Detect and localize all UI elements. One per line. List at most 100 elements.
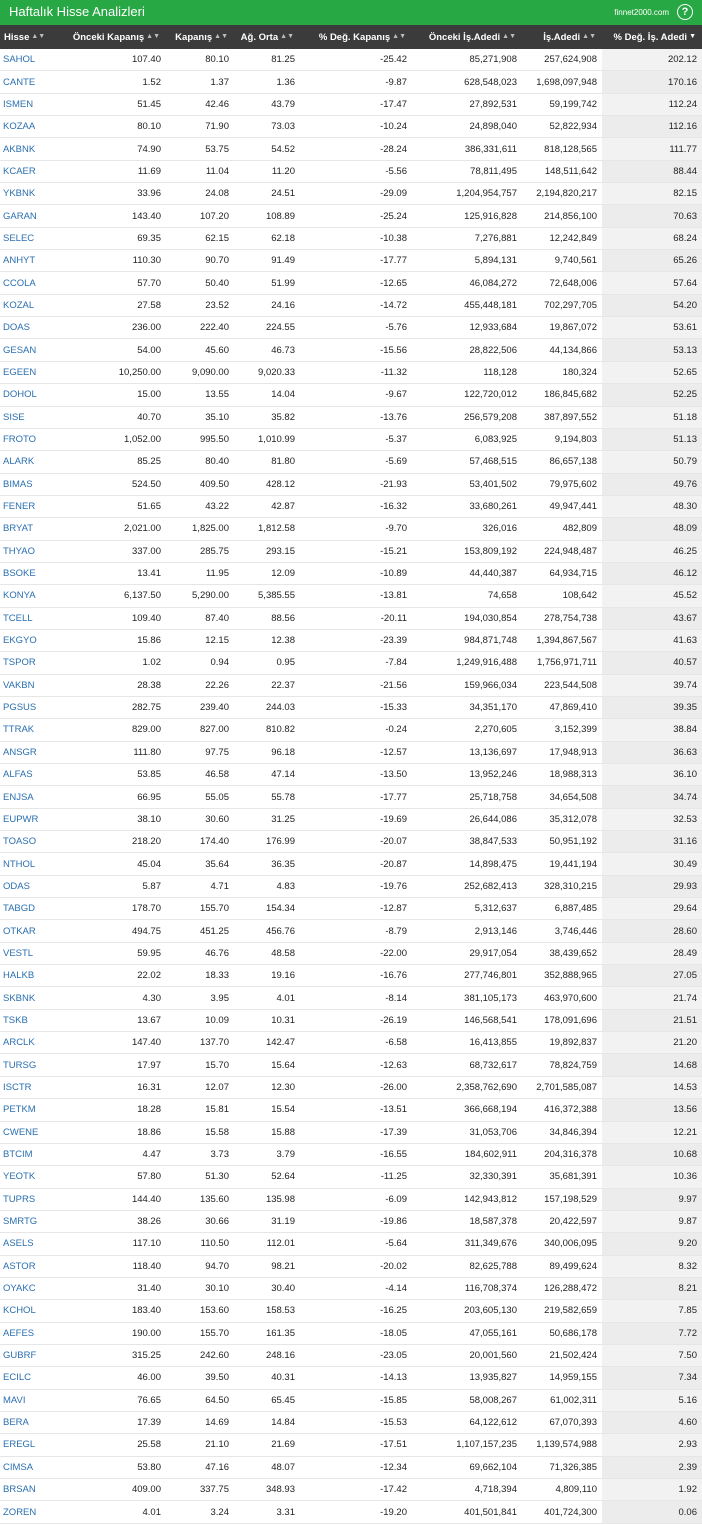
column-header[interactable]: Ağ. Orta ▲▼ xyxy=(234,25,300,49)
stock-symbol-link[interactable]: GUBRF xyxy=(0,1344,62,1368)
column-header[interactable]: Önceki Kapanış ▲▼ xyxy=(62,25,166,49)
stock-symbol-link[interactable]: TOASO xyxy=(0,830,62,854)
stock-symbol-link[interactable]: SELEC xyxy=(0,227,62,251)
table-cell: 71.90 xyxy=(166,115,234,139)
table-cell: 4.83 xyxy=(234,875,300,899)
brand-link[interactable]: finnet2000.com xyxy=(614,8,669,17)
stock-symbol-link[interactable]: DOHOL xyxy=(0,383,62,407)
column-header[interactable]: Hisse ▲▼ xyxy=(0,25,62,49)
stock-symbol-link[interactable]: BIMAS xyxy=(0,473,62,496)
stock-symbol-link[interactable]: THYAO xyxy=(0,540,62,563)
sort-icon[interactable]: ▲▼ xyxy=(146,33,160,40)
stock-symbol-link[interactable]: ARCLK xyxy=(0,1031,62,1055)
table-cell: 33,680,261 xyxy=(412,495,522,519)
table-cell: 97.75 xyxy=(166,741,234,765)
sort-icon[interactable]: ▲▼ xyxy=(392,33,406,40)
stock-symbol-link[interactable]: CWENE xyxy=(0,1121,62,1144)
stock-symbol-link[interactable]: KCAER xyxy=(0,160,62,184)
sort-icon[interactable]: ▲▼ xyxy=(31,33,45,40)
table-cell: 829.00 xyxy=(62,718,166,742)
stock-symbol-link[interactable]: OTKAR xyxy=(0,919,62,943)
table-cell: 81.25 xyxy=(234,49,300,72)
stock-symbol-link[interactable]: EGEEN xyxy=(0,361,62,385)
stock-symbol-link[interactable]: TTRAK xyxy=(0,718,62,742)
stock-symbol-link[interactable]: PETKM xyxy=(0,1098,62,1122)
stock-symbol-link[interactable]: ASTOR xyxy=(0,1255,62,1278)
table-cell: 285.75 xyxy=(166,540,234,563)
stock-symbol-link[interactable]: TSKB xyxy=(0,1009,62,1033)
stock-symbol-link[interactable]: ISMEN xyxy=(0,93,62,117)
stock-symbol-link[interactable]: GARAN xyxy=(0,204,62,228)
stock-symbol-link[interactable]: GESAN xyxy=(0,338,62,362)
stock-symbol-link[interactable]: BSOKE xyxy=(0,562,62,586)
stock-symbol-link[interactable]: FROTO xyxy=(0,428,62,452)
stock-symbol-link[interactable]: BERA xyxy=(0,1411,62,1435)
stock-symbol-link[interactable]: ALFAS xyxy=(0,763,62,787)
stock-symbol-link[interactable]: VESTL xyxy=(0,942,62,966)
stock-symbol-link[interactable]: SISE xyxy=(0,406,62,429)
stock-symbol-link[interactable]: ANSGR xyxy=(0,741,62,765)
sort-icon[interactable]: ▲▼ xyxy=(502,33,516,40)
stock-symbol-link[interactable]: ODAS xyxy=(0,875,62,899)
stock-symbol-link[interactable]: TABGD xyxy=(0,897,62,921)
stock-symbol-link[interactable]: TUPRS xyxy=(0,1188,62,1211)
column-header[interactable]: İş.Adedi ▲▼ xyxy=(522,25,602,49)
column-header[interactable]: Kapanış ▲▼ xyxy=(166,25,234,49)
stock-symbol-link[interactable]: YEOTK xyxy=(0,1165,62,1189)
table-cell: 159,966,034 xyxy=(412,674,522,697)
stock-symbol-link[interactable]: VAKBN xyxy=(0,674,62,697)
sort-icon[interactable]: ▲▼ xyxy=(582,33,596,40)
stock-symbol-link[interactable]: MAVI xyxy=(0,1389,62,1412)
stock-symbol-link[interactable]: BRSAN xyxy=(0,1478,62,1502)
column-header[interactable]: Önceki İş.Adedi ▲▼ xyxy=(412,25,522,49)
table-row: TSPOR 1.02 0.94 0.95 -7.84 1,249,916,488 1,756… xyxy=(0,651,702,675)
stock-symbol-link[interactable]: CCOLA xyxy=(0,271,62,295)
table-cell: 157,198,529 xyxy=(522,1188,602,1211)
table-cell: 17,948,913 xyxy=(522,741,602,765)
stock-symbol-link[interactable]: NTHOL xyxy=(0,852,62,876)
stock-symbol-link[interactable]: HALKB xyxy=(0,964,62,988)
stock-symbol-link[interactable]: SAHOL xyxy=(0,49,62,72)
stock-symbol-link[interactable]: KOZAL xyxy=(0,294,62,318)
stock-symbol-link[interactable]: KONYA xyxy=(0,584,62,608)
stock-symbol-link[interactable]: ENJSA xyxy=(0,785,62,809)
stock-symbol-link[interactable]: KCHOL xyxy=(0,1299,62,1323)
table-cell: 6,083,925 xyxy=(412,428,522,452)
stock-symbol-link[interactable]: PGSUS xyxy=(0,696,62,720)
sort-icon[interactable]: ▲▼ xyxy=(280,33,294,40)
stock-symbol-link[interactable]: FENER xyxy=(0,495,62,519)
stock-symbol-link[interactable]: ANHYT xyxy=(0,249,62,273)
sort-icon[interactable]: ▼ xyxy=(689,33,696,40)
table-cell: 810.82 xyxy=(234,718,300,742)
stock-symbol-link[interactable]: ISCTR xyxy=(0,1076,62,1100)
stock-symbol-link[interactable]: KOZAA xyxy=(0,115,62,139)
stock-symbol-link[interactable]: AEFES xyxy=(0,1322,62,1345)
stock-symbol-link[interactable]: DOAS xyxy=(0,316,62,340)
stock-symbol-link[interactable]: AKBNK xyxy=(0,137,62,161)
stock-symbol-link[interactable]: ALARK xyxy=(0,450,62,474)
table-cell: 126,288,472 xyxy=(522,1277,602,1301)
stock-symbol-link[interactable]: EREGL xyxy=(0,1433,62,1457)
stock-symbol-link[interactable]: ZOREN xyxy=(0,1500,62,1524)
stock-symbol-link[interactable]: YKBNK xyxy=(0,182,62,206)
stock-symbol-link[interactable]: OYAKC xyxy=(0,1277,62,1301)
sort-icon[interactable]: ▲▼ xyxy=(214,33,228,40)
stock-symbol-link[interactable]: CIMSA xyxy=(0,1456,62,1480)
stock-symbol-link[interactable]: TSPOR xyxy=(0,651,62,675)
column-header[interactable]: % Değ. İş. Adedi ▼ xyxy=(602,25,702,49)
column-header[interactable]: % Değ. Kapanış ▲▼ xyxy=(300,25,412,49)
stock-symbol-link[interactable]: TCELL xyxy=(0,607,62,630)
stock-symbol-link[interactable]: ECILC xyxy=(0,1366,62,1390)
stock-symbol-link[interactable]: SMRTG xyxy=(0,1210,62,1234)
help-icon[interactable]: ? xyxy=(677,4,693,20)
stock-symbol-link[interactable]: ASELS xyxy=(0,1232,62,1256)
table-cell: 2,021.00 xyxy=(62,517,166,541)
stock-symbol-link[interactable]: EKGYO xyxy=(0,629,62,653)
stock-symbol-link[interactable]: CANTE xyxy=(0,70,62,94)
table-row: CANTE 1.52 1.37 1.36 -9.87 628,548,023 1,698,0… xyxy=(0,70,702,94)
stock-symbol-link[interactable]: SKBNK xyxy=(0,986,62,1010)
stock-symbol-link[interactable]: EUPWR xyxy=(0,808,62,832)
stock-symbol-link[interactable]: BTCIM xyxy=(0,1143,62,1167)
stock-symbol-link[interactable]: BRYAT xyxy=(0,517,62,541)
stock-symbol-link[interactable]: TURSG xyxy=(0,1053,62,1077)
